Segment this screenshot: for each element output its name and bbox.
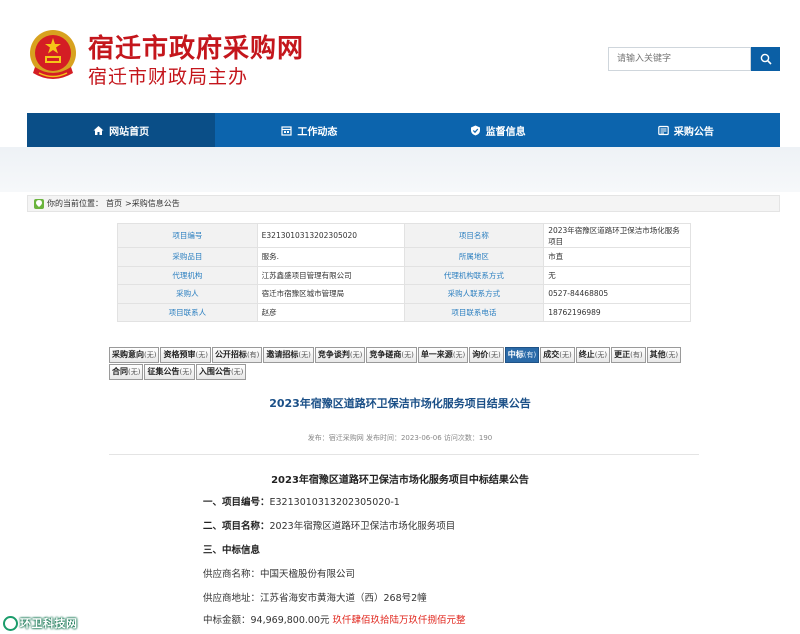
info-value: 赵彦 (256, 302, 405, 322)
info-label: 代理机构 (117, 265, 258, 285)
award-amount-words: 玖仟肆佰玖拾陆万玖仟捌佰元整 (332, 615, 466, 626)
award-amount-line: 中标金额：94,969,800.00元 玖仟肆佰玖拾陆万玖仟捌佰元整 (203, 612, 466, 626)
tab-termination[interactable]: 终止(无) (575, 347, 611, 363)
info-label: 采购品目 (117, 247, 258, 267)
supplier-name: 供应商名称：中国天楹股份有限公司 (203, 569, 356, 580)
info-label: 项目联系电话 (403, 302, 545, 322)
document-title: 2023年宿豫区道路环卫保洁市场化服务项目中标结果公告 (271, 475, 529, 486)
article-divider (109, 454, 699, 455)
info-value: 服务. (256, 247, 405, 267)
location-icon (34, 198, 44, 209)
site-subtitle: 宿迁市财政局主办 (88, 66, 249, 88)
project-name-line: 二、项目名称：2023年宿豫区道路环卫保洁市场化服务项目 (203, 518, 455, 532)
info-value: 无 (543, 265, 691, 285)
tab-purchase-intent[interactable]: 采购意向(无) (109, 347, 160, 363)
award-info-label: 三、中标信息 (203, 545, 261, 556)
site-header: 宿迁市政府采购网 宿迁市财政局主办 (0, 0, 800, 110)
table-row: 代理机构 江苏鑫盛项目管理有限公司 代理机构联系方式 无 (117, 265, 691, 285)
nav-item-label: 网站首页 (109, 126, 150, 138)
tab-contract[interactable]: 合同(无) (109, 364, 144, 380)
tab-correction[interactable]: 更正(有) (611, 347, 646, 363)
header-band (0, 147, 800, 192)
tab-award[interactable]: 中标(有) (504, 347, 540, 363)
main-nav: 网站首页 工作动态 监督信息 采购公告 (27, 113, 780, 147)
tab-competitive-consultation[interactable]: 竞争磋商(无) (366, 347, 417, 363)
breadcrumb-home-link[interactable]: 首页 (106, 198, 122, 209)
table-row: 项目联系人 赵彦 项目联系电话 18762196989 (117, 302, 691, 322)
watermark-logo-icon (3, 615, 18, 631)
project-info-table: 项目编号 E3213010313202305020 项目名称 2023年宿豫区道… (117, 223, 691, 322)
info-value: 市直 (543, 247, 691, 267)
tab-inquiry[interactable]: 询价(无) (469, 347, 504, 363)
tab-deal[interactable]: 成交(无) (540, 347, 575, 363)
table-row: 项目编号 E3213010313202305020 项目名称 2023年宿豫区道… (117, 223, 691, 248)
info-label: 所属地区 (403, 247, 545, 267)
tab-prequalification[interactable]: 资格预审(无) (160, 347, 211, 363)
watermark: 环卫科技网 (3, 614, 78, 632)
nav-item-supervision[interactable]: 监督信息 (404, 113, 592, 147)
info-value: 0527-84468805 (543, 284, 691, 304)
breadcrumb-prefix: 你的当前位置： (47, 199, 103, 208)
info-label: 采购人联系方式 (403, 284, 545, 304)
article-title: 2023年宿豫区道路环卫保洁市场化服务项目结果公告 (269, 397, 531, 410)
supplier-address: 供应商地址：江苏省海安市黄海大道（西）268号2幢 (203, 593, 427, 604)
tab-single-source[interactable]: 单一来源(无) (417, 347, 469, 363)
search-button[interactable] (751, 47, 780, 71)
info-label: 代理机构联系方式 (403, 265, 545, 285)
info-value: 江苏鑫盛项目管理有限公司 (256, 265, 405, 285)
tab-open-tender[interactable]: 公开招标(有) (211, 347, 263, 363)
project-name-label: 二、项目名称： (203, 521, 270, 532)
search-icon (760, 53, 772, 65)
info-value: E3213010313202305020 (256, 223, 405, 248)
project-number-value: E3213010313202305020-1 (269, 497, 400, 508)
project-number-line: 一、项目编号：E3213010313202305020-1 (203, 494, 400, 508)
nav-item-label: 工作动态 (297, 126, 338, 138)
tab-solicitation[interactable]: 征集公告(无) (144, 364, 195, 380)
tab-invited-tender[interactable]: 邀请招标(无) (263, 347, 314, 363)
article-meta: 发布：宿迁采购网 发布时间：2023-06-06 访问次数：190 (307, 434, 493, 442)
project-name-value: 2023年宿豫区道路环卫保洁市场化服务项目 (269, 521, 456, 532)
info-label: 采购人 (117, 284, 258, 304)
national-emblem-icon (30, 30, 76, 79)
info-value: 2023年宿豫区道路环卫保洁市场化服务项目 (543, 223, 691, 248)
watermark-text: 环卫科技网 (20, 617, 78, 630)
info-label: 项目编号 (117, 223, 258, 248)
breadcrumb: 你的当前位置： 首页 >采购信息公告 (27, 195, 780, 212)
project-number-label: 一、项目编号： (203, 497, 270, 508)
info-value: 18762196989 (543, 302, 691, 322)
breadcrumb-current: >采购信息公告 (125, 199, 180, 208)
announcement-icon (658, 125, 669, 135)
nav-item-label: 监督信息 (485, 126, 526, 138)
nav-item-label: 采购公告 (673, 126, 714, 138)
tab-competitive-negotiation[interactable]: 竞争谈判(无) (314, 347, 366, 363)
nav-item-home[interactable]: 网站首页 (27, 113, 216, 147)
calendar-icon (281, 125, 292, 136)
info-label: 项目联系人 (117, 302, 258, 322)
home-icon (93, 125, 104, 135)
award-info-heading: 三、中标信息 (203, 542, 260, 556)
site-title: 宿迁市政府采购网 (88, 34, 305, 64)
nav-item-work-news[interactable]: 工作动态 (215, 113, 403, 147)
info-label: 项目名称 (403, 223, 545, 248)
award-amount: 中标金额：94,969,800.00元 (203, 615, 330, 626)
nav-item-procurement-notice[interactable]: 采购公告 (592, 113, 780, 147)
table-row: 采购人 宿迁市宿豫区城市管理局 采购人联系方式 0527-84468805 (117, 284, 691, 304)
table-row: 采购品目 服务. 所属地区 市直 (117, 247, 691, 267)
info-value: 宿迁市宿豫区城市管理局 (256, 284, 405, 304)
tab-shortlist[interactable]: 入围公告(无) (195, 364, 247, 380)
shield-check-icon (470, 125, 480, 135)
search-input[interactable] (608, 47, 751, 71)
tab-other[interactable]: 其他(无) (646, 347, 682, 363)
notice-type-tabs: 采购意向(无) 资格预审(无) 公开招标(有) 邀请招标(无) 竞争谈判(无) 竞争磋商(… (109, 347, 699, 381)
